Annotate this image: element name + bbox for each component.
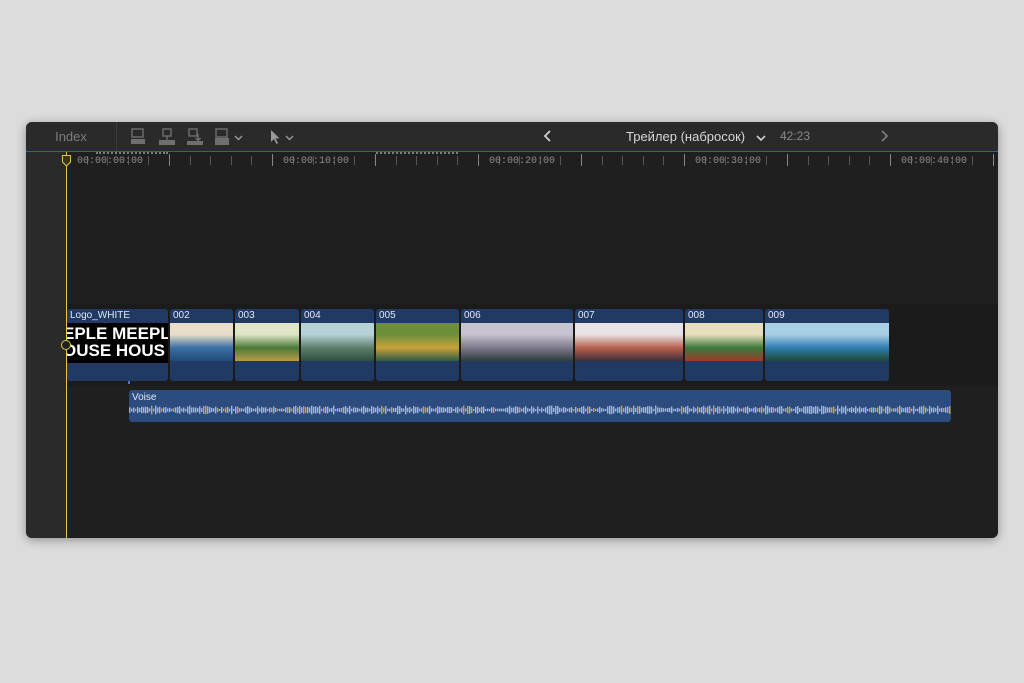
- timeline-window: Index Трейлер (наброс­ок) 42:23: [26, 122, 998, 538]
- ruler-tick: [457, 156, 459, 165]
- ruler-tick: [272, 154, 273, 166]
- ruler-tick: [807, 156, 809, 165]
- timeline-left-strip: [26, 152, 66, 538]
- video-clip[interactable]: 005: [376, 309, 459, 381]
- ruler-tick: [416, 156, 418, 165]
- ruler-tick: [663, 156, 665, 165]
- video-clip[interactable]: 003: [235, 309, 299, 381]
- clip-label: 003: [238, 310, 255, 321]
- ruler-tick: [210, 156, 212, 165]
- ruler-timecode: 00:00:20:00: [489, 156, 556, 167]
- clip-thumbnail: [461, 323, 573, 361]
- clip-thumbnail: EPLE MEEPL OUSE HOUS: [67, 323, 168, 363]
- ruler-tick: [354, 156, 356, 165]
- video-clip[interactable]: 002: [170, 309, 233, 381]
- project-duration: 42:23: [780, 129, 811, 143]
- clip-thumbnail: [170, 323, 233, 361]
- video-clip[interactable]: 009: [765, 309, 889, 381]
- ruler-tick: [395, 156, 397, 165]
- ruler-tick: [869, 156, 871, 165]
- ruler-tick: [148, 156, 150, 165]
- video-clip[interactable]: Logo_WHITE EPLE MEEPL OUSE HOUS: [67, 309, 168, 381]
- ruler-tick: [622, 156, 624, 165]
- clip-label: Logo_WHITE: [70, 310, 131, 321]
- ruler-tick: [581, 154, 582, 166]
- index-tab[interactable]: Index: [26, 122, 117, 151]
- ruler-tick: [230, 156, 232, 165]
- clip-thumbnail: [765, 323, 889, 361]
- clip-label: 008: [688, 310, 705, 321]
- video-clip[interactable]: 008: [685, 309, 763, 381]
- connection-marker: [128, 381, 130, 384]
- ruler-tick: [189, 156, 191, 165]
- ruler-tick: [169, 154, 170, 166]
- append-clip-icon[interactable]: [186, 128, 204, 146]
- ruler-tick: [684, 154, 685, 166]
- project-title[interactable]: Трейлер (наброс­ок): [626, 122, 767, 151]
- video-clip[interactable]: 007: [575, 309, 683, 381]
- ruler-tick: [642, 156, 644, 165]
- project-title-text: Трейлер (наброс­ок): [626, 129, 746, 144]
- ruler-tick: [478, 154, 479, 166]
- insert-clip-icon[interactable]: [158, 128, 176, 146]
- video-clip[interactable]: 006: [461, 309, 573, 381]
- chevron-down-icon[interactable]: [755, 133, 767, 143]
- ruler-tick: [560, 156, 562, 165]
- timeline-ruler[interactable]: 00:00:00:00 00:00:10:00 00:00:20:00 00:0…: [66, 152, 998, 172]
- playhead-handle-icon[interactable]: [62, 155, 71, 167]
- clip-thumbnail: [685, 323, 763, 361]
- audio-clip[interactable]: Voise: [129, 390, 951, 422]
- ruler-tick: [890, 154, 891, 166]
- ruler-timecode: 00:00:30:00: [695, 156, 762, 167]
- clip-thumbnail: [376, 323, 459, 361]
- ruler-tick: [436, 156, 438, 165]
- clip-label: 005: [379, 310, 396, 321]
- ruler-tick: [766, 156, 768, 165]
- audio-waveform: [129, 405, 951, 415]
- ruler-timecode: 00:00:00:00: [77, 156, 144, 167]
- clip-label: 004: [304, 310, 321, 321]
- ruler-tick: [972, 156, 974, 165]
- clip-label: 002: [173, 310, 190, 321]
- overwrite-clip-icon[interactable]: [214, 128, 244, 146]
- clip-thumbnail: [301, 323, 374, 361]
- clip-thumbnail: [575, 323, 683, 361]
- next-project-icon[interactable]: [876, 127, 892, 145]
- clip-label: 009: [768, 310, 785, 321]
- ruler-tick: [848, 156, 850, 165]
- ruler-tick: [828, 156, 830, 165]
- select-tool-icon[interactable]: [268, 128, 296, 146]
- ruler-tick: [601, 156, 603, 165]
- timeline-toolbar: Index Трейлер (наброс­ок) 42:23: [26, 122, 998, 152]
- clip-label: 007: [578, 310, 595, 321]
- clip-label: 006: [464, 310, 481, 321]
- connect-clip-icon[interactable]: [130, 128, 146, 146]
- ruler-tick: [787, 154, 788, 166]
- skimmer-dot: [61, 340, 71, 350]
- ruler-tick: [375, 154, 376, 166]
- ruler-tick: [993, 154, 994, 166]
- video-clip[interactable]: 004: [301, 309, 374, 381]
- ruler-tick: [251, 156, 253, 165]
- previous-project-icon[interactable]: [540, 127, 556, 145]
- ruler-timecode: 00:00:40:00: [901, 156, 968, 167]
- clip-thumbnail: [235, 323, 299, 361]
- ruler-timecode: 00:00:10:00: [283, 156, 350, 167]
